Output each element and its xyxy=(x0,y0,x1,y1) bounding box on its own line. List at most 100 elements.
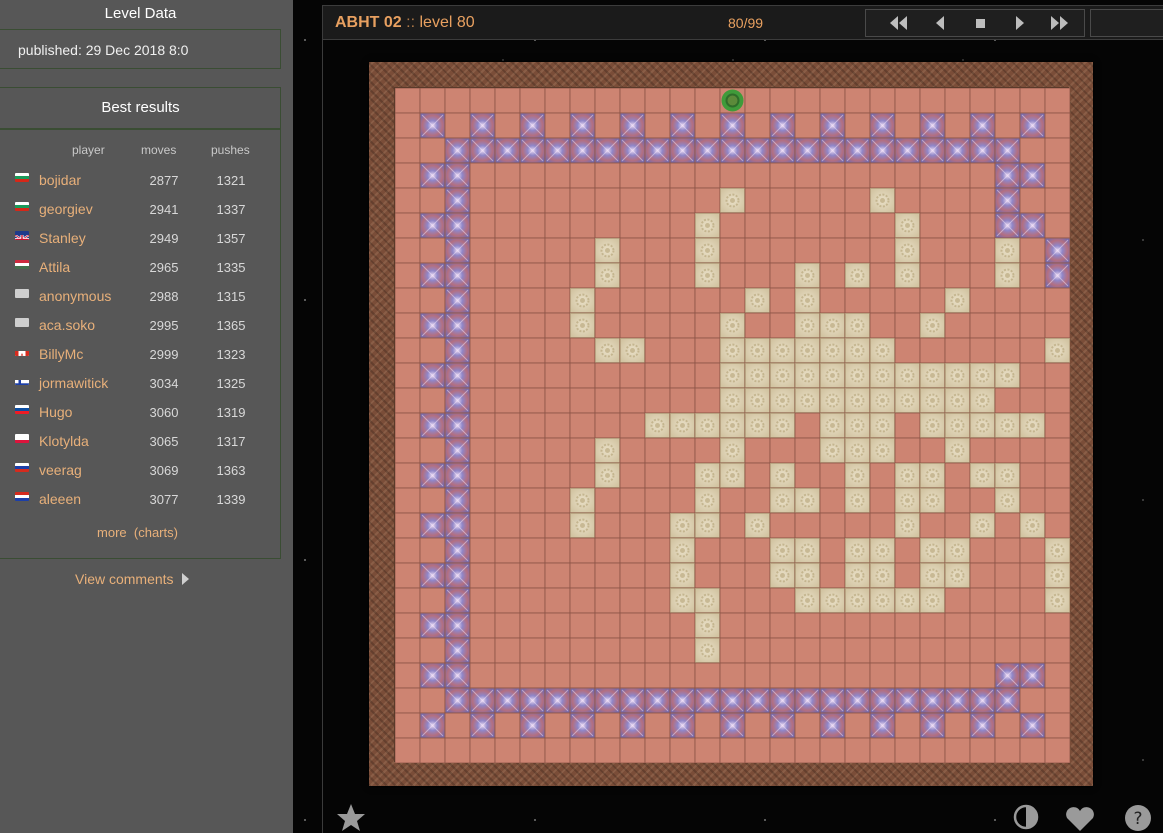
floor-tile[interactable] xyxy=(619,612,646,639)
goal-tile[interactable] xyxy=(444,537,471,564)
floor-tile[interactable] xyxy=(844,512,871,539)
floor-tile[interactable] xyxy=(619,187,646,214)
goal-tile[interactable] xyxy=(969,137,996,164)
floor-tile[interactable] xyxy=(569,237,596,264)
goal-tile[interactable] xyxy=(669,687,696,714)
box-tile[interactable] xyxy=(694,512,721,539)
box-tile[interactable] xyxy=(869,562,896,589)
floor-tile[interactable] xyxy=(1044,162,1070,189)
floor-tile[interactable] xyxy=(969,612,996,639)
box-tile[interactable] xyxy=(919,412,946,439)
floor-tile[interactable] xyxy=(944,162,971,189)
floor-tile[interactable] xyxy=(494,187,521,214)
floor-tile[interactable] xyxy=(544,337,571,364)
floor-tile[interactable] xyxy=(519,512,546,539)
player-icon[interactable] xyxy=(721,89,744,112)
floor-tile[interactable] xyxy=(744,262,771,289)
floor-tile[interactable] xyxy=(494,237,521,264)
box-tile[interactable] xyxy=(869,537,896,564)
goal-tile[interactable] xyxy=(969,712,996,739)
goal-tile[interactable] xyxy=(444,487,471,514)
floor-tile[interactable] xyxy=(919,437,946,464)
floor-tile[interactable] xyxy=(395,337,421,364)
floor-tile[interactable] xyxy=(395,437,421,464)
floor-tile[interactable] xyxy=(669,88,696,114)
goal-tile[interactable] xyxy=(469,137,496,164)
goal-tile[interactable] xyxy=(569,687,596,714)
floor-tile[interactable] xyxy=(994,737,1021,763)
floor-tile[interactable] xyxy=(694,187,721,214)
floor-tile[interactable] xyxy=(794,187,821,214)
box-tile[interactable] xyxy=(719,337,746,364)
floor-tile[interactable] xyxy=(844,287,871,314)
floor-tile[interactable] xyxy=(594,512,621,539)
floor-tile[interactable] xyxy=(494,462,521,489)
floor-tile[interactable] xyxy=(819,262,846,289)
goal-tile[interactable] xyxy=(419,712,446,739)
floor-tile[interactable] xyxy=(644,88,671,114)
goal-tile[interactable] xyxy=(794,687,821,714)
box-tile[interactable] xyxy=(819,312,846,339)
floor-tile[interactable] xyxy=(744,237,771,264)
box-tile[interactable] xyxy=(694,412,721,439)
floor-tile[interactable] xyxy=(919,88,946,114)
floor-tile[interactable] xyxy=(1019,737,1046,763)
player-name[interactable]: aleeen xyxy=(39,491,81,507)
floor-tile[interactable] xyxy=(969,562,996,589)
box-tile[interactable] xyxy=(894,212,921,239)
goal-tile[interactable] xyxy=(1019,662,1046,689)
floor-tile[interactable] xyxy=(569,462,596,489)
floor-tile[interactable] xyxy=(469,462,496,489)
floor-tile[interactable] xyxy=(694,337,721,364)
floor-tile[interactable] xyxy=(869,262,896,289)
floor-tile[interactable] xyxy=(744,462,771,489)
floor-tile[interactable] xyxy=(469,88,496,114)
floor-tile[interactable] xyxy=(619,512,646,539)
floor-tile[interactable] xyxy=(919,237,946,264)
floor-tile[interactable] xyxy=(469,637,496,664)
floor-tile[interactable] xyxy=(819,537,846,564)
floor-tile[interactable] xyxy=(794,462,821,489)
box-tile[interactable] xyxy=(819,587,846,614)
floor-tile[interactable] xyxy=(794,637,821,664)
floor-tile[interactable] xyxy=(869,162,896,189)
goal-tile[interactable] xyxy=(844,137,871,164)
box-tile[interactable] xyxy=(894,362,921,389)
floor-tile[interactable] xyxy=(569,737,596,763)
floor-tile[interactable] xyxy=(744,487,771,514)
goal-tile[interactable] xyxy=(444,162,471,189)
goal-tile[interactable] xyxy=(894,137,921,164)
goal-tile[interactable] xyxy=(419,262,446,289)
box-tile[interactable] xyxy=(1019,512,1046,539)
goal-tile[interactable] xyxy=(594,687,621,714)
goal-tile[interactable] xyxy=(1044,237,1070,264)
floor-tile[interactable] xyxy=(844,612,871,639)
floor-tile[interactable] xyxy=(469,187,496,214)
goal-tile[interactable] xyxy=(994,137,1021,164)
floor-tile[interactable] xyxy=(894,162,921,189)
box-tile[interactable] xyxy=(744,387,771,414)
goal-tile[interactable] xyxy=(419,162,446,189)
goal-tile[interactable] xyxy=(444,212,471,239)
floor-tile[interactable] xyxy=(619,162,646,189)
floor-tile[interactable] xyxy=(444,712,471,739)
box-tile[interactable] xyxy=(594,337,621,364)
floor-tile[interactable] xyxy=(544,287,571,314)
floor-tile[interactable] xyxy=(544,662,571,689)
floor-tile[interactable] xyxy=(919,262,946,289)
floor-tile[interactable] xyxy=(544,637,571,664)
floor-tile[interactable] xyxy=(519,162,546,189)
floor-tile[interactable] xyxy=(469,312,496,339)
floor-tile[interactable] xyxy=(494,88,521,114)
floor-tile[interactable] xyxy=(569,337,596,364)
goal-tile[interactable] xyxy=(419,662,446,689)
floor-tile[interactable] xyxy=(1044,662,1070,689)
box-tile[interactable] xyxy=(844,262,871,289)
floor-tile[interactable] xyxy=(669,287,696,314)
floor-tile[interactable] xyxy=(594,587,621,614)
floor-tile[interactable] xyxy=(395,112,421,139)
floor-tile[interactable] xyxy=(744,712,771,739)
floor-tile[interactable] xyxy=(1044,512,1070,539)
goal-tile[interactable] xyxy=(444,587,471,614)
goal-tile[interactable] xyxy=(819,112,846,139)
